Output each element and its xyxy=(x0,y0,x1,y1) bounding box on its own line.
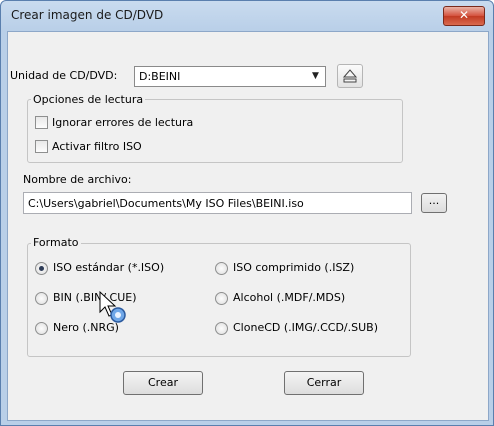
title-bar[interactable]: Crear imagen de CD/DVD ✕ xyxy=(1,1,493,31)
file-path-value: C:\Users\gabriel\Documents\My ISO Files\… xyxy=(28,197,304,210)
iso-filter-label[interactable]: Activar filtro ISO xyxy=(52,140,142,153)
window-title: Crear imagen de CD/DVD xyxy=(11,8,164,22)
read-options-legend: Opciones de lectura xyxy=(31,93,146,106)
format-option-alcohol[interactable]: Alcohol (.MDF/.MDS) xyxy=(233,291,345,304)
format-radio-nero[interactable] xyxy=(35,322,48,335)
dialog-body: Unidad de CD/DVD: D:BEINI ▼ Opciones de … xyxy=(7,31,489,421)
drive-select[interactable]: D:BEINI ▼ xyxy=(134,66,326,87)
mouse-cursor-icon xyxy=(99,290,126,323)
drive-select-value: D:BEINI xyxy=(139,70,181,83)
format-option-iso[interactable]: ISO estándar (*.ISO) xyxy=(53,261,164,274)
eject-icon xyxy=(342,69,358,83)
chevron-down-icon[interactable]: ▼ xyxy=(307,68,324,85)
read-options-group xyxy=(27,99,403,163)
eject-button[interactable] xyxy=(337,64,363,88)
format-radio-clonecd[interactable] xyxy=(215,322,228,335)
format-radio-iso[interactable] xyxy=(35,262,48,275)
format-option-isz[interactable]: ISO comprimido (.ISZ) xyxy=(233,261,354,274)
file-name-label: Nombre de archivo: xyxy=(23,173,132,186)
dialog-window: Crear imagen de CD/DVD ✕ Unidad de CD/DV… xyxy=(0,0,494,426)
format-legend: Formato xyxy=(31,236,81,249)
format-radio-bin[interactable] xyxy=(35,292,48,305)
ignore-errors-label[interactable]: Ignorar errores de lectura xyxy=(52,116,193,129)
ignore-errors-checkbox[interactable] xyxy=(35,116,48,129)
file-path-input[interactable]: C:\Users\gabriel\Documents\My ISO Files\… xyxy=(23,192,412,214)
create-button[interactable]: Crear xyxy=(123,371,203,395)
drive-label: Unidad de CD/DVD: xyxy=(10,69,118,82)
format-radio-isz[interactable] xyxy=(215,262,228,275)
browse-button[interactable]: ... xyxy=(421,193,447,213)
format-option-clonecd[interactable]: CloneCD (.IMG/.CCD/.SUB) xyxy=(233,321,378,334)
close-window-button[interactable]: ✕ xyxy=(443,6,485,26)
iso-filter-checkbox[interactable] xyxy=(35,140,48,153)
close-button[interactable]: Cerrar xyxy=(284,371,364,395)
format-radio-alcohol[interactable] xyxy=(215,292,228,305)
